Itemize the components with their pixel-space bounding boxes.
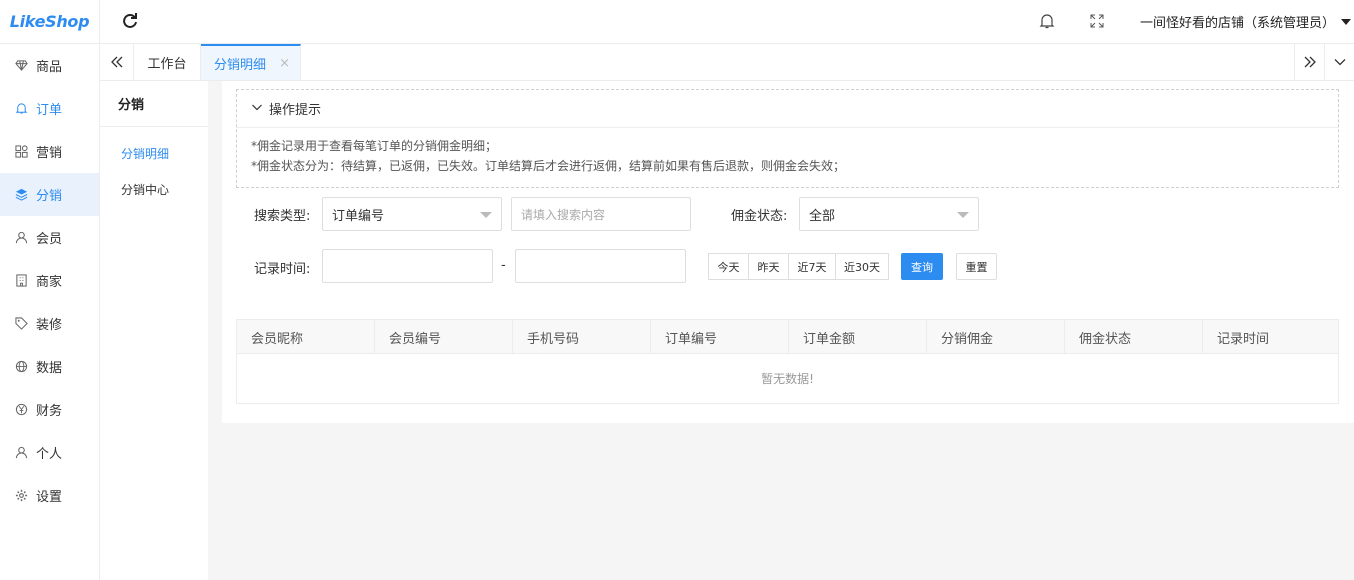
sidebar-item-label: 商家 bbox=[36, 275, 63, 290]
last-30-days-button[interactable]: 近30天 bbox=[835, 253, 889, 280]
bell-icon[interactable] bbox=[1038, 12, 1056, 30]
sidebar-item-label: 财务 bbox=[36, 404, 63, 419]
main-sidebar: LikeShop 商品 订单 营销 分销 会员 商家 装修 数据 财务 个人 设… bbox=[0, 0, 100, 580]
app-logo[interactable]: LikeShop bbox=[0, 0, 99, 44]
sidebar-item-label: 订单 bbox=[36, 103, 63, 118]
status-value: 全部 bbox=[809, 208, 836, 224]
status-select[interactable]: 全部 bbox=[799, 197, 979, 231]
caret-down-icon bbox=[1341, 18, 1352, 25]
layers-icon bbox=[14, 188, 28, 202]
search-input[interactable]: 请填入搜索内容 bbox=[511, 197, 691, 231]
operation-tips: 操作提示 *佣金记录用于查看每笔订单的分销佣金明细； *佣金状态分为：待结算，已… bbox=[236, 89, 1339, 188]
yen-icon bbox=[14, 403, 28, 417]
gear-icon bbox=[14, 489, 28, 503]
tips-line: *佣金记录用于查看每笔订单的分销佣金明细； bbox=[251, 139, 498, 153]
tips-line: *佣金状态分为：待结算，已返佣，已失效。订单结算后才会进行返佣，结算前如果有售后… bbox=[251, 159, 846, 173]
last-7-days-button[interactable]: 近7天 bbox=[788, 253, 836, 280]
main-menu: 商品 订单 营销 分销 会员 商家 装修 数据 财务 个人 设置 bbox=[0, 44, 99, 517]
sidebar-item-goods[interactable]: 商品 bbox=[0, 44, 99, 87]
person-icon bbox=[14, 446, 28, 460]
close-icon[interactable]: × bbox=[279, 56, 290, 71]
caret-down-icon bbox=[480, 212, 492, 218]
quick-date-group: 今天 昨天 近7天 近30天 bbox=[708, 253, 889, 280]
sidebar-item-settings[interactable]: 设置 bbox=[0, 474, 99, 517]
sidebar-item-personal[interactable]: 个人 bbox=[0, 431, 99, 474]
yesterday-button[interactable]: 昨天 bbox=[748, 253, 789, 280]
empty-state: 暂无数据! bbox=[761, 372, 814, 386]
user-name: 一间怪好看的店铺（系统管理员） bbox=[1140, 16, 1336, 31]
sidebar-item-marketing[interactable]: 营销 bbox=[0, 130, 99, 173]
chevron-down-icon[interactable] bbox=[1324, 44, 1354, 80]
sidebar-item-decoration[interactable]: 装修 bbox=[0, 302, 99, 345]
bell-icon bbox=[14, 102, 28, 116]
sidebar-item-label: 数据 bbox=[36, 361, 63, 376]
query-button[interactable]: 查询 bbox=[901, 253, 943, 280]
top-header: 一间怪好看的店铺（系统管理员） bbox=[100, 0, 1354, 44]
secondary-nav-title: 分销 bbox=[100, 81, 208, 127]
sidebar-item-label: 会员 bbox=[36, 232, 63, 247]
table-header: 会员昵称 会员编号 手机号码 订单编号 订单金额 分销佣金 佣金状态 记录时间 bbox=[237, 320, 1338, 354]
column-header: 记录时间 bbox=[1217, 331, 1270, 347]
sidebar-item-label: 设置 bbox=[36, 490, 63, 505]
tab-label: 分销明细 bbox=[214, 57, 267, 73]
end-date-input[interactable] bbox=[515, 249, 686, 283]
tabs-bar: 工作台 分销明细 × bbox=[100, 44, 1354, 81]
column-header: 会员昵称 bbox=[237, 320, 375, 354]
reset-button[interactable]: 重置 bbox=[956, 253, 997, 280]
fullscreen-icon[interactable] bbox=[1088, 12, 1106, 30]
tag-icon bbox=[14, 317, 28, 331]
user-menu[interactable]: 一间怪好看的店铺（系统管理员） bbox=[1140, 12, 1352, 31]
time-label: 记录时间: bbox=[254, 262, 311, 277]
sidebar-item-orders[interactable]: 订单 bbox=[0, 87, 99, 130]
sidebar-item-data[interactable]: 数据 bbox=[0, 345, 99, 388]
sidebar-item-finance[interactable]: 财务 bbox=[0, 388, 99, 431]
column-header: 订单编号 bbox=[651, 320, 789, 354]
column-header: 分销佣金 bbox=[927, 320, 1065, 354]
main-panel: 操作提示 *佣金记录用于查看每笔订单的分销佣金明细； *佣金状态分为：待结算，已… bbox=[222, 81, 1354, 423]
tips-title: 操作提示 bbox=[269, 103, 322, 118]
column-header: 佣金状态 bbox=[1065, 320, 1203, 354]
sidebar-item-label: 营销 bbox=[36, 146, 63, 161]
search-placeholder: 请填入搜索内容 bbox=[521, 207, 606, 222]
chevrons-right-icon[interactable] bbox=[1294, 44, 1324, 80]
column-header: 会员编号 bbox=[375, 320, 513, 354]
diamond-icon bbox=[14, 59, 28, 73]
person-icon bbox=[14, 231, 28, 245]
tips-toggle[interactable]: 操作提示 bbox=[237, 90, 1338, 128]
tab-distribution-detail[interactable]: 分销明细 × bbox=[201, 44, 301, 80]
search-type-value: 订单编号 bbox=[332, 208, 385, 224]
sidebar-item-label: 商品 bbox=[36, 60, 63, 75]
chevrons-left-icon[interactable] bbox=[100, 44, 134, 80]
globe-icon bbox=[14, 360, 28, 374]
status-label: 佣金状态: bbox=[731, 209, 788, 224]
sidebar-item-distribution[interactable]: 分销 bbox=[0, 173, 99, 216]
grid-icon bbox=[14, 145, 28, 159]
column-header: 手机号码 bbox=[513, 320, 651, 354]
building-icon bbox=[14, 274, 28, 288]
secondary-nav: 分销 分销明细 分销中心 bbox=[100, 81, 208, 580]
today-button[interactable]: 今天 bbox=[708, 253, 749, 280]
search-type-label: 搜索类型: bbox=[254, 209, 311, 224]
start-date-input[interactable] bbox=[322, 249, 493, 283]
date-separator: - bbox=[501, 258, 506, 273]
caret-down-icon bbox=[957, 212, 969, 218]
subnav-item-distribution-center[interactable]: 分销中心 bbox=[100, 171, 208, 207]
search-type-select[interactable]: 订单编号 bbox=[322, 197, 502, 231]
sidebar-item-merchants[interactable]: 商家 bbox=[0, 259, 99, 302]
sidebar-item-label: 分销 bbox=[36, 189, 63, 204]
chevron-down-icon bbox=[251, 101, 263, 117]
sidebar-item-label: 装修 bbox=[36, 318, 63, 333]
sidebar-item-label: 个人 bbox=[36, 447, 63, 462]
refresh-icon[interactable] bbox=[120, 11, 140, 31]
column-header: 订单金额 bbox=[789, 320, 927, 354]
sidebar-item-members[interactable]: 会员 bbox=[0, 216, 99, 259]
tab-workbench[interactable]: 工作台 bbox=[134, 44, 201, 80]
subnav-item-distribution-detail[interactable]: 分销明细 bbox=[100, 135, 208, 171]
commission-table: 会员昵称 会员编号 手机号码 订单编号 订单金额 分销佣金 佣金状态 记录时间 … bbox=[236, 319, 1339, 404]
